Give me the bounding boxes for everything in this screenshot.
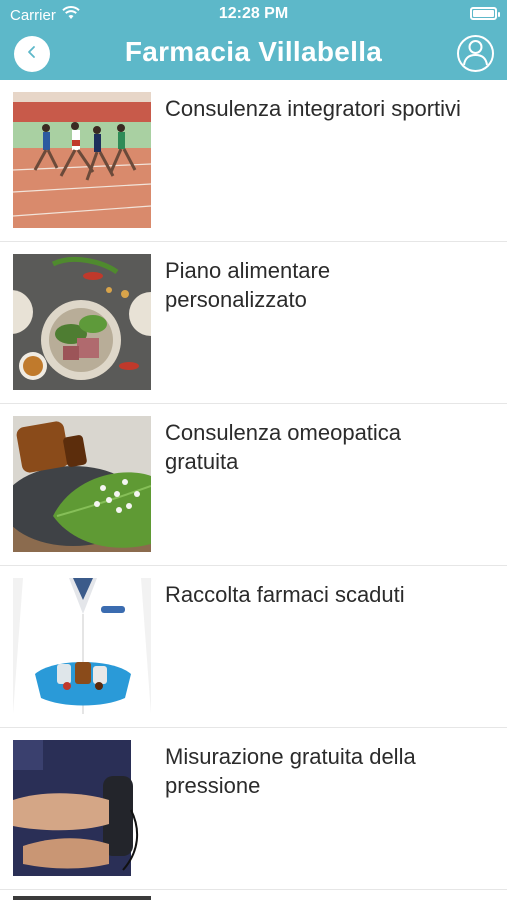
service-label: Consulenza omeopatica gratuita [165, 420, 402, 474]
service-label: Misurazione gratuita della pressione [165, 744, 416, 798]
pharmacist-image [13, 578, 151, 714]
blood-pressure-image [13, 740, 151, 876]
page-title: Farmacia Villabella [124, 36, 383, 67]
top-bar: Carrier 12:28 PM Farmacia Villabella [0, 0, 507, 80]
list-item[interactable]: Raccolta farmaci scaduti [0, 566, 507, 728]
list-item[interactable]: Consulenza omeopatica gratuita [0, 404, 507, 566]
status-bar: Carrier 12:28 PM [0, 0, 507, 28]
list-item[interactable]: Piano alimentare personalizzato [0, 242, 507, 404]
services-list: Consulenza integratori sportivi Piano al… [0, 80, 507, 890]
nav-bar: Farmacia Villabella [0, 28, 507, 80]
battery-icon [470, 7, 500, 20]
list-item-peek [0, 890, 507, 900]
service-label: Piano alimentare personalizzato [165, 258, 331, 312]
list-item[interactable]: Consulenza integratori sportivi [0, 80, 507, 242]
user-icon [459, 37, 492, 70]
runners-image [13, 92, 151, 228]
service-label: Raccolta farmaci scaduti [165, 582, 405, 607]
next-item-image [13, 896, 151, 900]
homeopathy-image [13, 416, 151, 552]
service-label: Consulenza integratori sportivi [165, 96, 461, 121]
status-time: 12:28 PM [218, 5, 289, 22]
list-item[interactable]: Misurazione gratuita della pressione [0, 728, 507, 890]
profile-button[interactable] [457, 35, 494, 72]
meal-image [13, 254, 151, 390]
